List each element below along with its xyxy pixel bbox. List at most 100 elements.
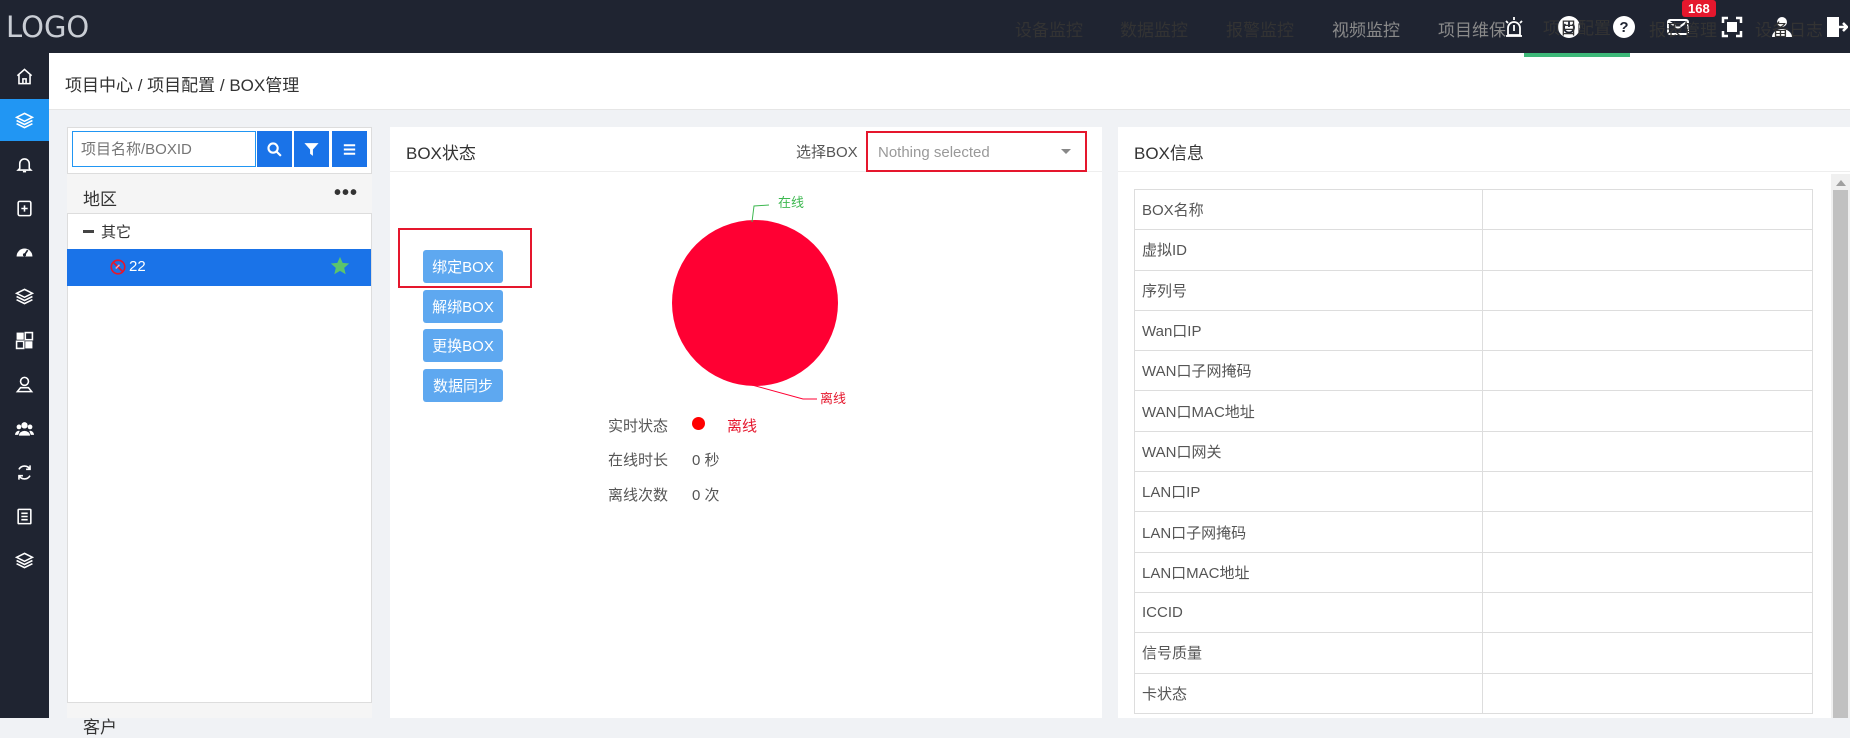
data-sync-button[interactable]: 数据同步 [423, 369, 503, 402]
table-row: ICCID [1134, 591, 1813, 634]
tab-alarm-monitor[interactable]: 报警监控 [1214, 0, 1306, 57]
table-cell-key: WAN口网关 [1134, 430, 1483, 473]
table-row: BOX名称 [1134, 188, 1813, 231]
star-icon[interactable] [329, 255, 351, 277]
user-pin-icon [15, 376, 34, 392]
table-cell-key: BOX名称 [1134, 188, 1483, 231]
tab-device-monitor[interactable]: 设备监控 [1003, 0, 1095, 57]
select-box-label: 选择BOX [796, 144, 858, 161]
sidebar-item-list[interactable] [0, 495, 49, 537]
table-row: 虚拟ID [1134, 229, 1813, 271]
table-row: LAN口MAC地址 [1134, 551, 1813, 593]
table-cell-value [1482, 471, 1813, 513]
tab-video-monitor[interactable]: 视频监控 [1320, 0, 1412, 57]
list-view-button[interactable] [332, 131, 367, 167]
sidebar [0, 53, 49, 718]
plus-square-icon [17, 200, 32, 216]
tree-node-selected[interactable]: 22 [67, 249, 371, 286]
table-row: 卡状态 [1134, 672, 1813, 714]
dashboard-icon [16, 248, 33, 256]
table-row: LAN口子网掩码 [1134, 511, 1813, 553]
table-cell-key: ICCID [1134, 591, 1483, 634]
table-cell-key: 信号质量 [1134, 632, 1483, 674]
table-row: 序列号 [1134, 269, 1813, 311]
offline-count-label: 离线次数 [608, 487, 669, 504]
table-cell-key: LAN口MAC地址 [1134, 551, 1483, 593]
tree-node-other[interactable]: 其它 [83, 221, 131, 242]
tab-data-monitor[interactable]: 数据监控 [1108, 0, 1200, 57]
table-cell-key: LAN口子网掩码 [1134, 511, 1483, 553]
sidebar-item-layers-2[interactable] [0, 275, 49, 317]
box-select[interactable]: Nothing selected [866, 131, 1087, 172]
table-row: Wan口IP [1134, 309, 1813, 352]
sidebar-item-dashboard[interactable] [0, 231, 49, 273]
search-input[interactable] [72, 131, 256, 167]
realtime-status-label: 实时状态 [608, 418, 669, 435]
region-title: 地区 [83, 190, 117, 209]
table-cell-key: WAN口MAC地址 [1134, 390, 1483, 432]
search-icon [267, 141, 282, 157]
table-cell-key: 虚拟ID [1134, 229, 1483, 271]
tab-report-management[interactable]: 报表管理 [1637, 0, 1729, 57]
tab-project-maintenance[interactable]: 项目维保 [1426, 0, 1518, 57]
scrollbar[interactable] [1831, 174, 1850, 718]
unlinked-icon [110, 259, 126, 275]
region-tree-panel [67, 127, 372, 718]
sidebar-item-users[interactable] [0, 407, 49, 449]
status-pie-chart [640, 185, 870, 410]
online-duration-label: 在线时长 [608, 452, 669, 469]
offline-dot-icon [692, 417, 705, 430]
box-status-title: BOX状态 [406, 144, 476, 163]
bind-box-button[interactable]: 绑定BOX [423, 250, 503, 283]
table-cell-key: Wan口IP [1134, 309, 1483, 352]
pie-slice[interactable] [672, 220, 838, 386]
caret-down-icon [1061, 149, 1071, 154]
replace-box-button[interactable]: 更换BOX [423, 329, 503, 362]
search-button[interactable] [257, 131, 292, 167]
pie-leader-online [751, 204, 770, 223]
customer-section[interactable]: 客户 [67, 702, 372, 737]
collapse-icon[interactable] [83, 230, 94, 233]
offline-count-value: 0 次 [692, 487, 720, 504]
pie-label-offline: 离线 [820, 391, 847, 406]
sidebar-item-refresh[interactable] [0, 451, 49, 493]
sidebar-item-alarm[interactable] [0, 143, 49, 185]
unbind-box-button[interactable]: 解绑BOX [423, 290, 503, 323]
grid-icon [15, 331, 34, 349]
table-cell-key: 卡状态 [1134, 672, 1483, 714]
menu-icon [343, 143, 356, 155]
table-cell-key: LAN口IP [1134, 471, 1483, 513]
sidebar-item-grid[interactable] [0, 319, 49, 361]
table-cell-value [1482, 672, 1813, 714]
sidebar-item-layers-3[interactable] [0, 539, 49, 581]
realtime-status-value: 离线 [727, 418, 758, 435]
table-row: WAN口网关 [1134, 430, 1813, 473]
sidebar-item-layers[interactable] [0, 99, 49, 141]
tree-node-label: 22 [129, 258, 146, 275]
region-more-icon[interactable]: ••• [334, 182, 358, 205]
table-cell-value [1482, 430, 1813, 473]
scrollbar-thumb[interactable] [1833, 190, 1848, 718]
table-cell-key: WAN口子网掩码 [1134, 350, 1483, 392]
table-cell-value [1482, 350, 1813, 392]
sidebar-item-add[interactable] [0, 187, 49, 229]
sidebar-item-home[interactable] [0, 55, 49, 97]
sidebar-item-user-pin[interactable] [0, 363, 49, 405]
table-cell-value [1482, 390, 1813, 432]
scroll-up-icon[interactable] [1836, 180, 1846, 186]
table-row: WAN口子网掩码 [1134, 350, 1813, 392]
bell-icon [16, 157, 33, 172]
home-icon [16, 67, 33, 84]
pie-leader-offline [751, 384, 817, 400]
table-cell-key: 序列号 [1134, 269, 1483, 311]
refresh-icon [18, 464, 31, 480]
filter-icon [304, 142, 319, 156]
customer-section-title: 客户 [83, 718, 117, 737]
tab-device-log[interactable]: 设备日志 [1743, 0, 1835, 57]
tab-project-config[interactable]: 项目配置 [1524, 0, 1630, 57]
box-info-title: BOX信息 [1134, 144, 1204, 163]
list-icon [17, 508, 32, 524]
table-cell-value [1482, 309, 1813, 352]
table-cell-value [1482, 188, 1813, 231]
filter-button[interactable] [294, 131, 329, 167]
